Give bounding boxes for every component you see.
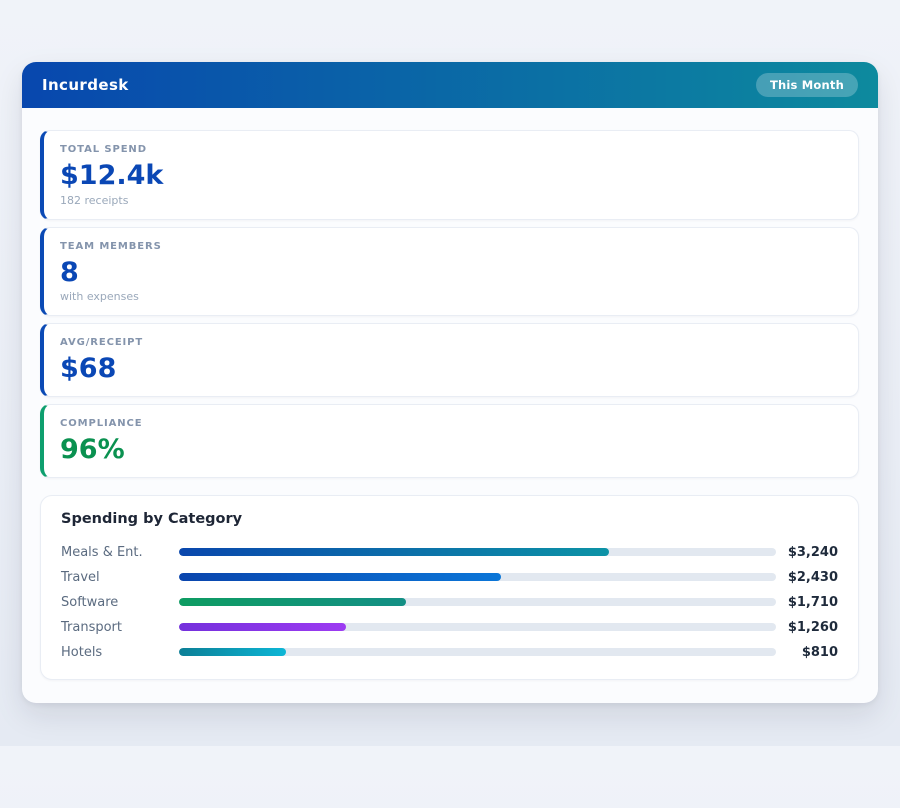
chart-row-meals: Meals & Ent. $3,240 bbox=[61, 540, 838, 565]
spending-by-category-chart: Spending by Category Meals & Ent. $3,240… bbox=[40, 495, 859, 680]
bar-track bbox=[179, 548, 776, 556]
stat-label: TOTAL SPEND bbox=[60, 144, 842, 155]
category-value: $3,240 bbox=[776, 545, 838, 560]
app-title: Incurdesk bbox=[42, 76, 129, 94]
stat-card-avg-receipt: AVG/RECEIPT $68 bbox=[40, 323, 859, 397]
period-badge[interactable]: This Month bbox=[756, 73, 858, 97]
stat-card-total-spend: TOTAL SPEND $12.4k 182 receipts bbox=[40, 130, 859, 220]
bar-track bbox=[179, 648, 776, 656]
chart-row-transport: Transport $1,260 bbox=[61, 615, 838, 640]
stat-subtitle: with expenses bbox=[60, 290, 842, 303]
stat-label: AVG/RECEIPT bbox=[60, 337, 842, 348]
stat-subtitle: 182 receipts bbox=[60, 194, 842, 207]
chart-title: Spending by Category bbox=[61, 511, 838, 527]
stat-label: COMPLIANCE bbox=[60, 418, 842, 429]
category-value: $810 bbox=[776, 645, 838, 660]
chart-row-travel: Travel $2,430 bbox=[61, 565, 838, 590]
bar-fill-travel bbox=[179, 573, 501, 581]
app-window: Incurdesk This Month TOTAL SPEND $12.4k … bbox=[22, 62, 878, 703]
dashboard-content: TOTAL SPEND $12.4k 182 receipts TEAM MEM… bbox=[22, 108, 878, 703]
bar-track bbox=[179, 598, 776, 606]
bar-fill-hotels bbox=[179, 648, 286, 656]
bar-fill-software bbox=[179, 598, 406, 606]
category-label: Software bbox=[61, 595, 179, 610]
category-label: Transport bbox=[61, 620, 179, 635]
bar-track bbox=[179, 623, 776, 631]
category-value: $1,260 bbox=[776, 620, 838, 635]
stat-value: 8 bbox=[60, 258, 842, 288]
category-label: Travel bbox=[61, 570, 179, 585]
category-value: $1,710 bbox=[776, 595, 838, 610]
app-header: Incurdesk This Month bbox=[22, 62, 878, 108]
category-value: $2,430 bbox=[776, 570, 838, 585]
stat-value: 96% bbox=[60, 435, 842, 465]
stat-card-compliance: COMPLIANCE 96% bbox=[40, 404, 859, 478]
bar-fill-meals bbox=[179, 548, 609, 556]
bar-fill-transport bbox=[179, 623, 346, 631]
category-label: Hotels bbox=[61, 645, 179, 660]
chart-row-software: Software $1,710 bbox=[61, 590, 838, 615]
chart-row-hotels: Hotels $810 bbox=[61, 640, 838, 665]
bar-track bbox=[179, 573, 776, 581]
stat-value: $68 bbox=[60, 354, 842, 384]
category-label: Meals & Ent. bbox=[61, 545, 179, 560]
stat-label: TEAM MEMBERS bbox=[60, 241, 842, 252]
stat-card-team-members: TEAM MEMBERS 8 with expenses bbox=[40, 227, 859, 317]
stat-value: $12.4k bbox=[60, 161, 842, 191]
